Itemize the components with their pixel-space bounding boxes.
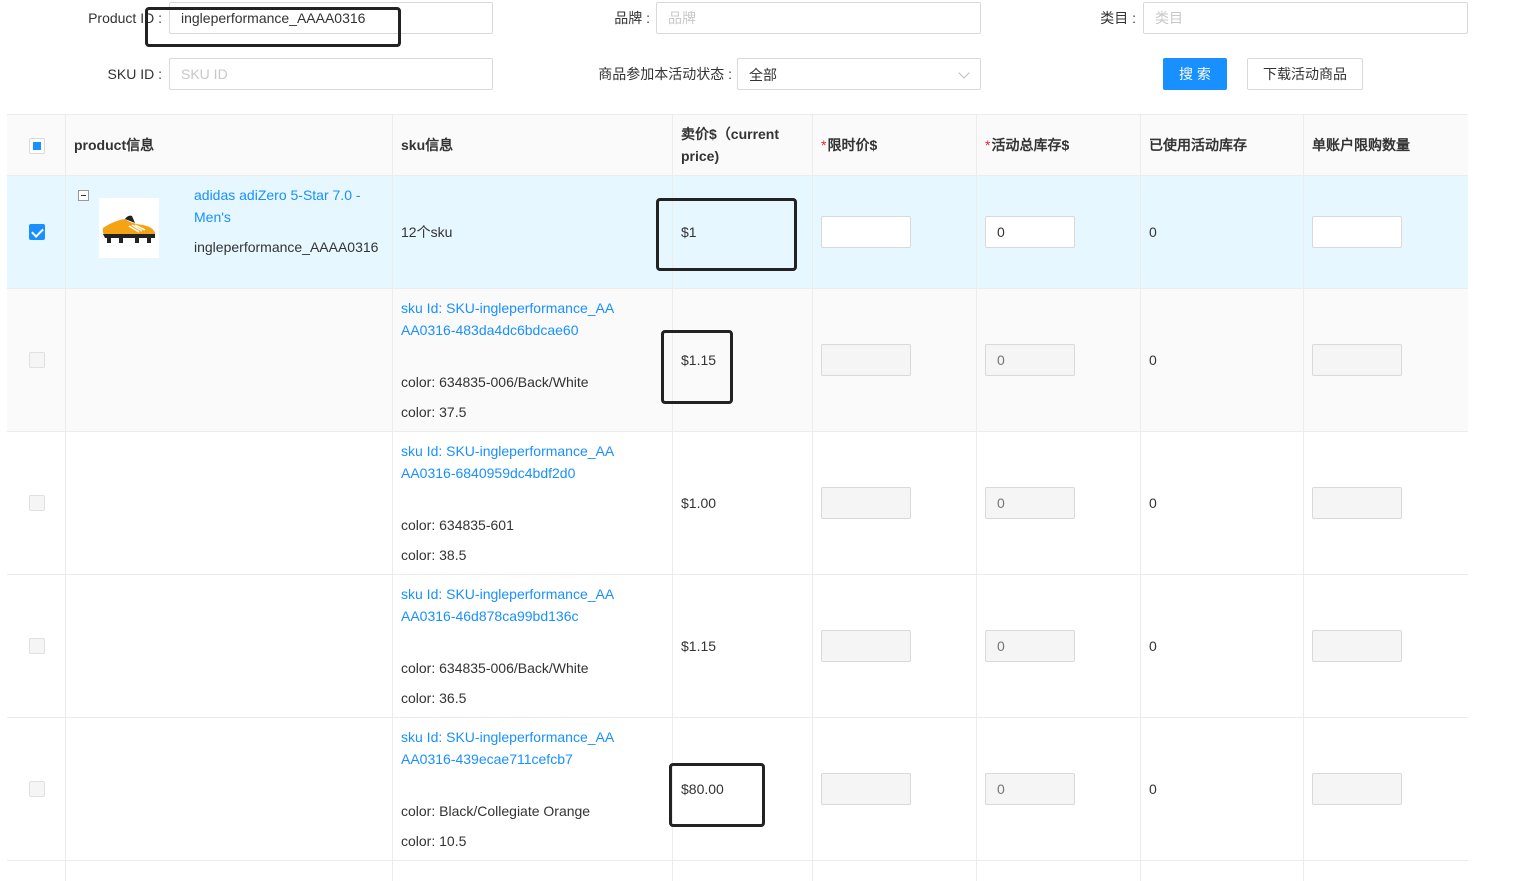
sku-size: color: 10.5 (401, 833, 467, 849)
sku-id-input[interactable] (169, 58, 493, 90)
header-used-stock: 已使用活动库存 (1149, 137, 1247, 153)
row-checkbox[interactable] (29, 781, 45, 797)
sku-price: $1.00 (681, 495, 717, 511)
sku-price: $80.00 (681, 781, 724, 797)
header-per-account: 单账户限购数量 (1312, 137, 1410, 153)
sku-id-link[interactable]: sku Id: SKU-ingleperformance_AAAA0316-68… (401, 440, 616, 484)
per-account-input[interactable] (1312, 630, 1402, 662)
row-checkbox[interactable] (29, 495, 45, 511)
used-stock-value: 0 (1149, 638, 1157, 654)
category-input[interactable] (1143, 2, 1468, 34)
limit-price-input[interactable] (821, 487, 911, 519)
per-account-input[interactable] (1312, 773, 1402, 805)
row-checkbox[interactable] (29, 638, 45, 654)
product-id-input[interactable] (169, 2, 493, 34)
limit-price-input[interactable] (821, 344, 911, 376)
brand-input[interactable] (656, 2, 981, 34)
sku-color: color: 634835-601 (401, 517, 514, 533)
used-stock-value: 0 (1149, 495, 1157, 511)
brand-label: 品牌 : (614, 10, 650, 26)
header-sku: sku信息 (401, 137, 454, 153)
table-row-sku: sku Id: SKU-ingleperformance_AAAA0316-68… (7, 432, 1468, 575)
per-account-input[interactable] (1312, 344, 1402, 376)
total-stock-input[interactable] (985, 216, 1075, 248)
table-row-sku: sku Id: SKU-ingleperformance_AAAA0316-46… (7, 575, 1468, 718)
table-row-sku (7, 861, 1468, 881)
download-button[interactable]: 下载活动商品 (1247, 58, 1363, 90)
header-limit-price: *限时价$ (821, 137, 878, 153)
header-total-stock: *活动总库存$ (985, 137, 1070, 153)
table-row-sku: sku Id: SKU-ingleperformance_AAAA0316-48… (7, 289, 1468, 432)
product-title-link[interactable]: adidas adiZero 5-Star 7.0 - Men's (194, 184, 384, 228)
product-thumbnail (99, 198, 159, 258)
used-stock-value: 0 (1149, 224, 1157, 240)
status-select[interactable]: 全部 (737, 58, 981, 90)
used-stock-value: 0 (1149, 352, 1157, 368)
sku-color: color: 634835-006/Back/White (401, 660, 589, 676)
sku-size: color: 38.5 (401, 547, 467, 563)
collapse-icon[interactable] (78, 190, 89, 201)
total-stock-input[interactable] (985, 487, 1075, 519)
product-id-label: Product ID : (88, 10, 162, 26)
sku-id-link[interactable]: sku Id: SKU-ingleperformance_AAAA0316-48… (401, 297, 616, 341)
total-stock-input[interactable] (985, 344, 1075, 376)
sku-id-link[interactable]: sku Id: SKU-ingleperformance_AAAA0316-43… (401, 726, 616, 770)
used-stock-value: 0 (1149, 781, 1157, 797)
per-account-input[interactable] (1312, 487, 1402, 519)
search-button[interactable]: 搜 索 (1163, 58, 1227, 90)
sku-price: $1.15 (681, 352, 717, 368)
chevron-down-icon (958, 67, 970, 79)
row-checkbox[interactable] (29, 352, 45, 368)
category-label: 类目 : (1100, 10, 1136, 26)
status-select-value: 全部 (749, 67, 777, 83)
required-mark: * (985, 137, 991, 153)
header-price: 卖价$（current price) (681, 126, 780, 164)
table-row-sku: sku Id: SKU-ingleperformance_AAAA0316-43… (7, 718, 1468, 861)
per-account-input[interactable] (1312, 216, 1402, 248)
sku-price: $1.15 (681, 638, 717, 654)
table-row-product[interactable]: adidas adiZero 5-Star 7.0 - Men's inglep… (7, 176, 1468, 289)
limit-price-input[interactable] (821, 216, 911, 248)
status-label: 商品参加本活动状态 : (598, 66, 732, 82)
limit-price-input[interactable] (821, 630, 911, 662)
required-mark: * (821, 137, 827, 153)
sku-count: 12个sku (401, 224, 453, 240)
header-product: product信息 (74, 137, 155, 153)
select-all-checkbox[interactable] (29, 138, 45, 154)
total-stock-input[interactable] (985, 773, 1075, 805)
product-price: $1 (681, 224, 697, 240)
sku-size: color: 36.5 (401, 690, 467, 706)
row-checkbox[interactable] (29, 224, 45, 240)
limit-price-input[interactable] (821, 773, 911, 805)
sku-id-label: SKU ID : (107, 66, 162, 82)
sku-id-link[interactable]: sku Id: SKU-ingleperformance_AAAA0316-46… (401, 583, 616, 627)
product-id-text: ingleperformance_AAAA0316 (194, 239, 379, 255)
sku-color: color: Black/Collegiate Orange (401, 803, 591, 819)
sku-color: color: 634835-006/Back/White (401, 374, 589, 390)
sku-size: color: 37.5 (401, 404, 467, 420)
table-header: product信息 sku信息 卖价$（current price) *限时价$… (7, 114, 1468, 176)
shoe-icon (102, 215, 155, 243)
total-stock-input[interactable] (985, 630, 1075, 662)
